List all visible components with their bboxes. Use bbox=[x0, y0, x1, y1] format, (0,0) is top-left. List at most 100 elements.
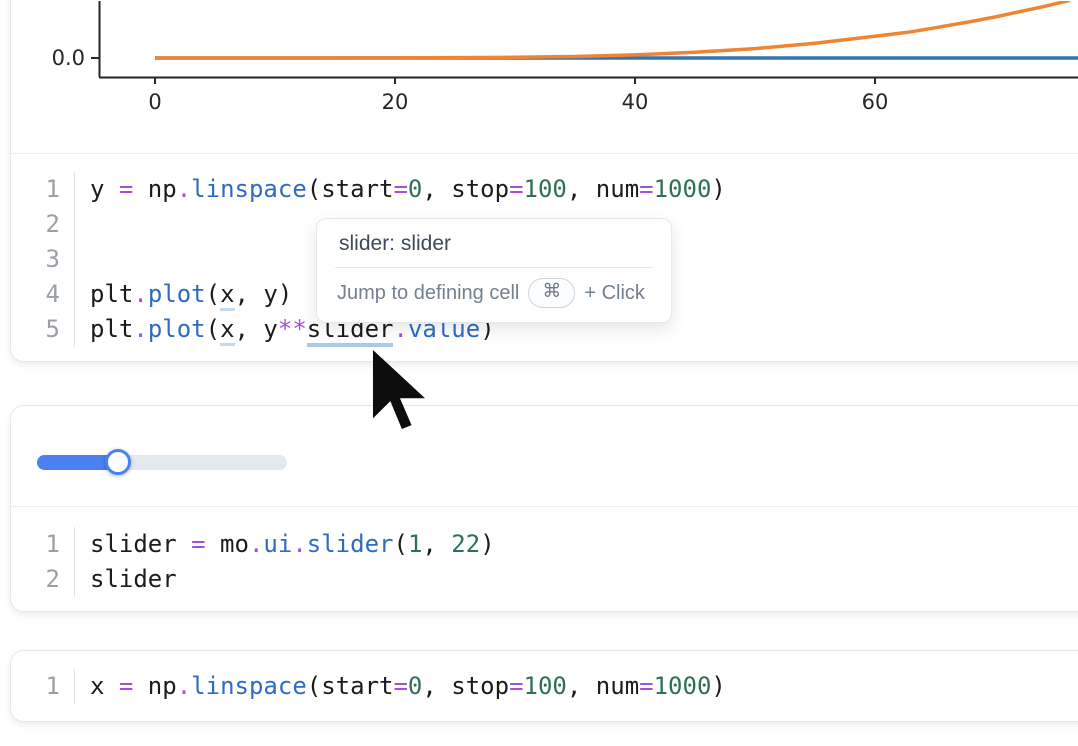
code-token: . bbox=[292, 530, 306, 558]
code-token: ) bbox=[711, 672, 725, 700]
code-token: ui bbox=[263, 530, 292, 558]
code-token: , bbox=[567, 672, 596, 700]
slider-output-area bbox=[11, 406, 1078, 507]
code-token: plt bbox=[90, 280, 133, 308]
code-token: y bbox=[263, 315, 277, 343]
code-line: 1y = np.linspace(start=0, stop=100, num=… bbox=[11, 172, 1078, 207]
code-token: x bbox=[90, 672, 119, 700]
code-token: mo bbox=[206, 530, 249, 558]
code-token: linspace bbox=[191, 672, 307, 700]
jump-to-defining-cell-label: Jump to defining cell bbox=[337, 282, 519, 305]
code-token: 1 bbox=[408, 530, 422, 558]
code-token: = bbox=[509, 175, 523, 203]
line-number: 1 bbox=[11, 669, 75, 704]
code-token: 22 bbox=[451, 530, 480, 558]
y-tick-label: 0.0 bbox=[52, 46, 85, 70]
code-token: ) bbox=[480, 530, 494, 558]
code-token: = bbox=[393, 175, 407, 203]
code-token: , bbox=[422, 672, 451, 700]
code-token: , bbox=[235, 315, 264, 343]
code-text bbox=[75, 207, 90, 242]
code-token: y bbox=[263, 280, 277, 308]
code-token: stop bbox=[451, 672, 509, 700]
code-token: linspace bbox=[191, 175, 307, 203]
code-token: plot bbox=[148, 315, 206, 343]
code-token: start bbox=[321, 175, 393, 203]
code-token: plt bbox=[90, 315, 133, 343]
code-text: y = np.linspace(start=0, stop=100, num=1… bbox=[75, 172, 726, 207]
code-token: ( bbox=[307, 175, 321, 203]
code-token: y bbox=[90, 175, 119, 203]
code-token: 1000 bbox=[654, 672, 712, 700]
code-token: = bbox=[393, 672, 407, 700]
code-editor-x[interactable]: 1x = np.linspace(start=0, stop=100, num=… bbox=[11, 651, 1078, 723]
plot-line bbox=[155, 1, 1078, 58]
code-text: x = np.linspace(start=0, stop=100, num=1… bbox=[75, 669, 726, 704]
code-token: . bbox=[177, 175, 191, 203]
cell-x: 1x = np.linspace(start=0, stop=100, num=… bbox=[10, 650, 1078, 722]
code-token: ) bbox=[278, 280, 292, 308]
code-token: . bbox=[133, 280, 147, 308]
code-token: , bbox=[567, 175, 596, 203]
code-text: plt.plot(x, y) bbox=[75, 277, 292, 312]
code-token: 0 bbox=[408, 672, 422, 700]
code-token: np bbox=[133, 175, 176, 203]
code-token: = bbox=[119, 175, 133, 203]
code-token: start bbox=[321, 672, 393, 700]
code-token: = bbox=[639, 175, 653, 203]
code-text bbox=[75, 242, 90, 277]
code-token: 100 bbox=[524, 672, 567, 700]
code-token: . bbox=[133, 315, 147, 343]
slider-thumb[interactable] bbox=[105, 449, 131, 475]
click-hint-label: + Click bbox=[584, 282, 645, 305]
x-tick-label: 0 bbox=[148, 90, 161, 114]
line-number: 2 bbox=[11, 562, 75, 597]
line-number: 1 bbox=[11, 172, 75, 207]
code-token: slider bbox=[90, 530, 191, 558]
code-token: = bbox=[119, 672, 133, 700]
code-token: num bbox=[596, 175, 639, 203]
code-editor-slider[interactable]: 1slider = mo.ui.slider(1, 22)2slider bbox=[11, 507, 1078, 612]
plot-output-area: 0.0 0 20 40 60 bbox=[11, 0, 1078, 154]
code-token: np bbox=[133, 672, 176, 700]
x-tick-label: 60 bbox=[862, 90, 889, 114]
x-tick-label: 20 bbox=[382, 90, 409, 114]
code-text: slider = mo.ui.slider(1, 22) bbox=[75, 527, 495, 562]
code-token: ( bbox=[206, 280, 220, 308]
code-token: ( bbox=[206, 315, 220, 343]
code-token: . bbox=[249, 530, 263, 558]
x-tick-label: 40 bbox=[622, 90, 649, 114]
code-text: slider bbox=[75, 562, 177, 597]
matplotlib-figure: 0.0 0 20 40 60 bbox=[11, 1, 1078, 153]
code-token: = bbox=[191, 530, 205, 558]
code-line: 1slider = mo.ui.slider(1, 22) bbox=[11, 527, 1078, 562]
notebook-canvas: 0.00204060 1y = np.linspace(start=0, sto… bbox=[0, 0, 1078, 746]
code-token: = bbox=[639, 672, 653, 700]
code-token: plot bbox=[148, 280, 206, 308]
code-token: 100 bbox=[524, 175, 567, 203]
code-token: ) bbox=[711, 175, 725, 203]
code-token: stop bbox=[451, 175, 509, 203]
line-number: 5 bbox=[11, 312, 75, 347]
code-token: 0 bbox=[408, 175, 422, 203]
code-line: 2slider bbox=[11, 562, 1078, 597]
cell-slider: 1slider = mo.ui.slider(1, 22)2slider bbox=[10, 405, 1078, 612]
code-token: . bbox=[177, 672, 191, 700]
x-variable-reference[interactable]: x bbox=[220, 315, 234, 346]
code-token: slider bbox=[307, 530, 394, 558]
line-number: 1 bbox=[11, 527, 75, 562]
slider-track[interactable] bbox=[37, 455, 287, 470]
code-token: , bbox=[235, 280, 264, 308]
line-number: 4 bbox=[11, 277, 75, 312]
code-token: num bbox=[596, 672, 639, 700]
code-token: ** bbox=[278, 315, 307, 343]
code-line: 1x = np.linspace(start=0, stop=100, num=… bbox=[11, 669, 1078, 704]
tooltip-title: slider: slider bbox=[317, 219, 671, 267]
code-token: , bbox=[422, 530, 451, 558]
code-token: 1000 bbox=[654, 175, 712, 203]
variable-tooltip: slider: slider Jump to defining cell ⌘ +… bbox=[316, 218, 672, 323]
x-variable-reference[interactable]: x bbox=[220, 280, 234, 311]
tooltip-action-row: Jump to defining cell ⌘ + Click bbox=[317, 268, 671, 322]
code-token: ( bbox=[393, 530, 407, 558]
command-key-badge: ⌘ bbox=[528, 278, 575, 308]
